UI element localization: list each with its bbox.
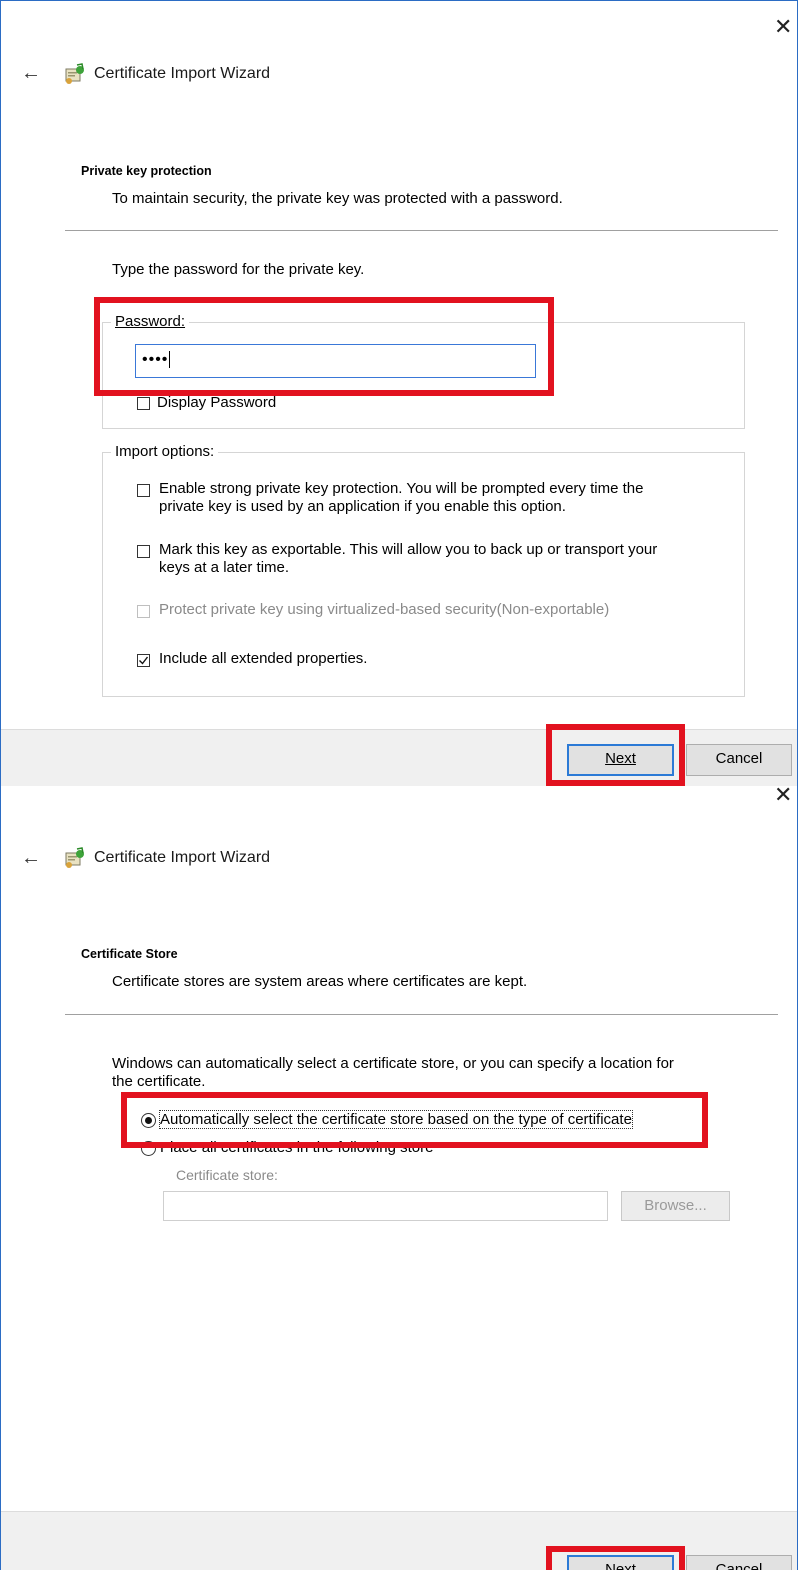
private-key-protection-dialog: ✕ ← Certificate Import Wizard Private ke…	[0, 0, 798, 786]
cancel-button[interactable]: Cancel	[686, 744, 792, 776]
extended-properties-label[interactable]: Include all extended properties.	[159, 650, 367, 668]
checkmark-icon	[139, 656, 149, 665]
display-password-label[interactable]: Display Password	[157, 394, 276, 412]
certificate-store-field	[163, 1191, 608, 1221]
header-divider	[65, 1014, 778, 1015]
page-subheading: To maintain security, the private key wa…	[112, 190, 563, 207]
page-subheading: Certificate stores are system areas wher…	[112, 973, 528, 990]
back-arrow-icon[interactable]: ←	[21, 63, 41, 83]
page-heading: Private key protection	[81, 164, 212, 178]
close-icon[interactable]: ✕	[774, 786, 792, 806]
header-divider	[65, 230, 778, 231]
extended-properties-checkbox[interactable]	[137, 654, 150, 667]
close-icon[interactable]: ✕	[774, 16, 792, 38]
wizard-title: Certificate Import Wizard	[94, 849, 271, 866]
store-instruction: Windows can automatically select a certi…	[112, 1055, 674, 1090]
strong-protection-label[interactable]: Enable strong private key protection. Yo…	[159, 480, 643, 516]
highlight-next-button	[546, 724, 685, 786]
password-instruction: Type the password for the private key.	[112, 261, 365, 278]
import-options-label: Import options:	[111, 443, 219, 460]
highlight-auto-select	[121, 1092, 708, 1148]
certificate-wizard-icon	[65, 847, 84, 868]
certificate-store-label: Certificate store:	[176, 1167, 278, 1183]
strong-protection-checkbox[interactable]	[137, 484, 150, 497]
exportable-label[interactable]: Mark this key as exportable. This will a…	[159, 541, 657, 577]
back-arrow-icon[interactable]: ←	[21, 848, 41, 868]
certificate-store-dialog: ✕ ← Certificate Import Wizard Certificat…	[0, 786, 798, 1570]
highlight-password-box	[94, 297, 554, 396]
vbs-protection-label: Protect private key using virtualized-ba…	[159, 601, 610, 618]
browse-button: Browse...	[621, 1191, 730, 1221]
page-heading: Certificate Store	[81, 947, 178, 961]
display-password-checkbox[interactable]	[137, 397, 150, 410]
wizard-title: Certificate Import Wizard	[94, 65, 271, 82]
cancel-button[interactable]: Cancel	[686, 1555, 792, 1570]
exportable-checkbox[interactable]	[137, 545, 150, 558]
vbs-protection-checkbox	[137, 605, 150, 618]
highlight-next-button	[546, 1546, 685, 1570]
certificate-wizard-icon	[65, 63, 84, 84]
